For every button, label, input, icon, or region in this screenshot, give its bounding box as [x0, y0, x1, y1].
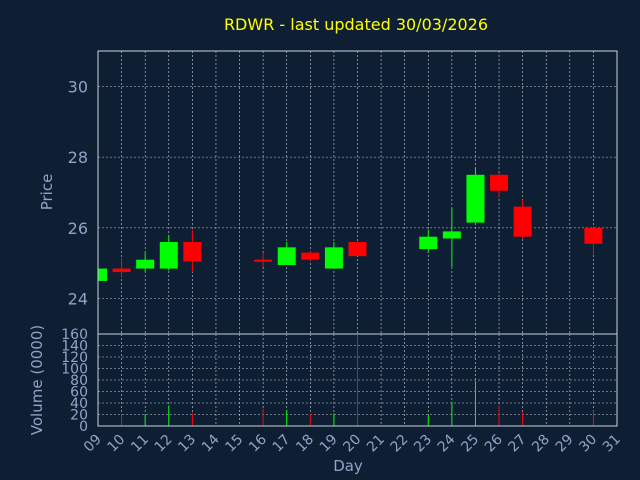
candle-body-up	[324, 247, 343, 269]
price-y-tick-label: 24	[68, 290, 88, 309]
x-tick-label: 17	[270, 432, 294, 456]
x-tick-label: 16	[246, 431, 270, 455]
x-tick-label: 26	[482, 431, 506, 455]
candle-body-down	[490, 174, 509, 191]
price-candles	[97, 167, 603, 281]
candle-body-up	[466, 174, 485, 223]
x-tick-label: 24	[435, 431, 459, 455]
x-tick-label: 21	[364, 432, 388, 456]
candle-body-up	[98, 268, 107, 281]
x-tick-label: 10	[104, 432, 128, 456]
x-tick-label: 09	[81, 432, 105, 456]
x-tick-label: 19	[317, 432, 341, 456]
candle-body-down	[584, 227, 603, 244]
chart-title: RDWR - last updated 30/03/2026	[224, 15, 488, 34]
x-tick-label: 23	[411, 432, 435, 456]
candle-body-down	[348, 242, 367, 257]
x-tick-label: 29	[553, 432, 577, 456]
x-tick-label: 20	[340, 432, 364, 456]
price-gridlines	[98, 51, 617, 334]
x-tick-label: 13	[175, 432, 199, 456]
candle-body-down	[513, 206, 532, 237]
x-tick-label: 27	[506, 432, 530, 456]
volume-axis-label: Volume (0000)	[28, 325, 46, 435]
candle-body-down	[183, 242, 202, 262]
x-tick-label: 14	[199, 431, 223, 455]
volume-y-tick-labels: 020406080100120140160	[61, 327, 88, 435]
candle-body-down	[112, 268, 131, 273]
price-y-tick-label: 26	[68, 219, 88, 238]
x-tick-label: 18	[293, 432, 317, 456]
x-tick-label: 28	[529, 432, 553, 456]
candle-body-up	[277, 247, 296, 266]
candle-body-down	[301, 252, 320, 260]
volume-panel: 020406080100120140160 Volume (0000)	[28, 325, 618, 435]
candle-body-down	[254, 259, 273, 262]
x-tick-label: 25	[458, 432, 482, 456]
candle-body-up	[136, 259, 155, 269]
price-axis-label: Price	[38, 174, 56, 211]
candle-body-up	[159, 242, 178, 269]
x-tick-labels: 09 10 11 12 13 14 15 16 17 18 19 20 21 22 23 24 25 26 27 28…	[81, 431, 624, 455]
volume-y-tick-label: 160	[61, 327, 88, 343]
x-tick-label: 12	[152, 432, 176, 456]
x-tick-label: 30	[576, 432, 600, 456]
candle-body-up	[419, 236, 438, 250]
price-y-tick-label: 30	[68, 77, 88, 96]
x-tick-label: 15	[222, 432, 246, 456]
price-panel: 24 26 28 30 Price	[38, 50, 618, 335]
price-y-tick-labels: 24 26 28 30	[68, 77, 88, 308]
x-tick-label: 11	[128, 432, 152, 456]
x-tick-label: 31	[600, 432, 624, 456]
x-axis-label: Day	[333, 457, 363, 475]
price-y-tick-label: 28	[68, 148, 88, 167]
candlestick-chart: RDWR - last updated 30/03/2026 24 26 28 30 …	[28, 15, 624, 475]
x-tick-label: 22	[388, 432, 412, 456]
candle-body-up	[442, 231, 461, 239]
